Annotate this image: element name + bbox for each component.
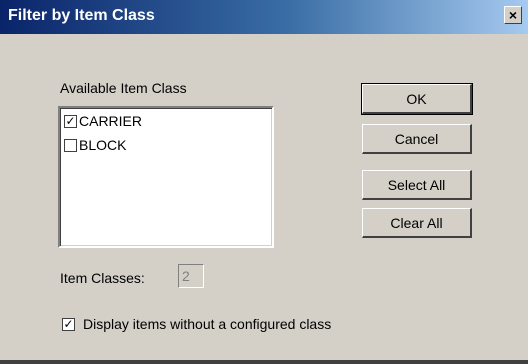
check-icon: ✓ bbox=[63, 317, 74, 331]
window-title: Filter by Item Class bbox=[8, 7, 155, 24]
block-label: BLOCK bbox=[79, 137, 127, 153]
title-bar: Filter by Item Class × bbox=[0, 0, 528, 34]
available-item-class-label: Available Item Class bbox=[60, 80, 187, 96]
list-item-block[interactable]: BLOCK bbox=[64, 136, 126, 154]
check-icon: ✓ bbox=[65, 114, 76, 128]
select-all-button[interactable]: Select All bbox=[362, 170, 472, 200]
block-checkbox[interactable] bbox=[64, 138, 77, 152]
clear-all-button[interactable]: Clear All bbox=[362, 208, 472, 238]
carrier-checkbox[interactable]: ✓ bbox=[64, 114, 77, 128]
display-unconfigured-checkbox[interactable]: ✓ bbox=[62, 317, 75, 331]
item-classes-label: Item Classes: bbox=[60, 270, 145, 286]
item-classes-count-field: 2 bbox=[178, 264, 204, 288]
ok-button[interactable]: OK bbox=[361, 83, 473, 115]
window-bottom-border bbox=[0, 360, 528, 364]
item-class-listbox[interactable]: ✓ CARRIER BLOCK bbox=[58, 106, 274, 248]
list-item-carrier[interactable]: ✓ CARRIER bbox=[64, 112, 142, 130]
cancel-button[interactable]: Cancel bbox=[362, 124, 472, 154]
display-unconfigured-label: Display items without a configured class bbox=[83, 316, 332, 332]
carrier-label: CARRIER bbox=[79, 113, 143, 129]
display-unconfigured-option[interactable]: ✓ Display items without a configured cla… bbox=[62, 316, 331, 332]
close-button[interactable]: × bbox=[504, 6, 522, 24]
close-icon: × bbox=[508, 7, 518, 23]
